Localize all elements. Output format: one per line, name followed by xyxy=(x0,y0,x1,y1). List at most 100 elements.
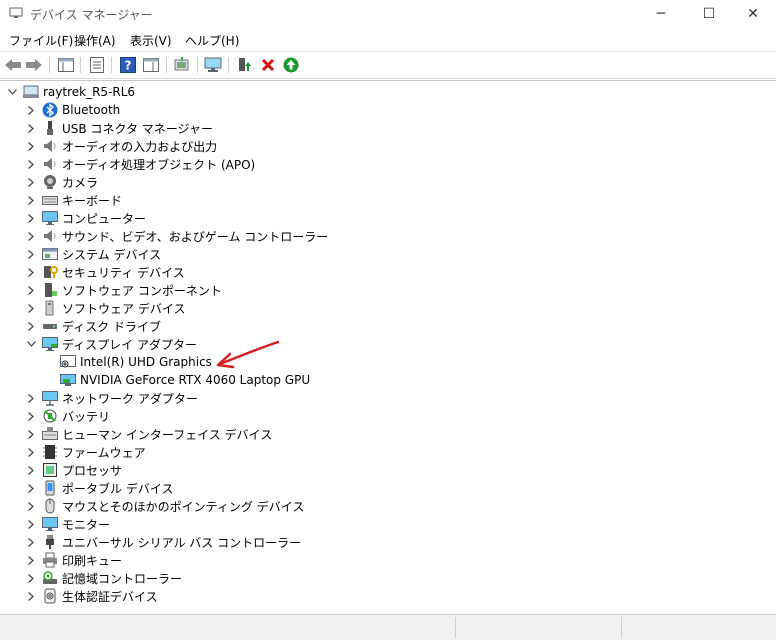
tree-item-label: 印刷キュー xyxy=(62,553,123,568)
tree-category-item[interactable]: ネットワーク アダプター xyxy=(24,389,198,407)
status-separator xyxy=(621,617,622,638)
chevron-right-icon[interactable] xyxy=(24,245,38,263)
chevron-right-icon[interactable] xyxy=(24,443,38,461)
root-label: raytrek_R5-RL6 xyxy=(43,85,136,99)
tree-category-item[interactable]: 印刷キュー xyxy=(24,551,122,569)
chevron-right-icon[interactable] xyxy=(24,569,38,587)
monitor-icon xyxy=(204,57,222,72)
tree-item-label: システム デバイス xyxy=(62,247,162,262)
scan-hardware-button[interactable] xyxy=(173,56,191,74)
chevron-right-icon[interactable] xyxy=(24,533,38,551)
tree-category-item[interactable]: システム デバイス xyxy=(24,245,161,263)
processor-icon xyxy=(42,462,58,478)
battery-icon xyxy=(42,408,58,424)
chevron-right-icon[interactable] xyxy=(24,587,38,605)
chevron-right-icon[interactable] xyxy=(24,155,38,173)
tree-category-item[interactable]: 生体認証デバイス xyxy=(24,587,158,605)
tree-category-item[interactable]: コンピューター xyxy=(24,209,146,227)
minimize-button[interactable]: ─ xyxy=(638,0,684,28)
tree-device-item[interactable]: NVIDIA GeForce RTX 4060 Laptop GPU xyxy=(42,371,310,389)
tree-category-item[interactable]: ヒューマン インターフェイス デバイス xyxy=(24,425,272,443)
tree-item-label: ディスプレイ アダプター xyxy=(62,337,197,352)
tree-category-item[interactable]: ソフトウェア デバイス xyxy=(24,299,185,317)
keyboard-icon xyxy=(42,192,58,208)
tree-device-item[interactable]: Intel(R) UHD Graphics xyxy=(42,353,212,371)
tree-category-item[interactable]: サウンド、ビデオ、およびゲーム コントローラー xyxy=(24,227,328,245)
tree-item-label: プロセッサ xyxy=(62,463,123,478)
usb-icon xyxy=(42,120,58,136)
chevron-right-icon[interactable] xyxy=(24,173,38,191)
bluetooth-icon xyxy=(42,102,58,118)
chevron-right-icon[interactable] xyxy=(24,281,38,299)
svg-text:?: ? xyxy=(125,59,132,73)
chevron-right-icon[interactable] xyxy=(24,551,38,569)
action-pane-button[interactable] xyxy=(142,56,160,74)
uninstall-device-button[interactable] xyxy=(259,56,277,74)
tree-category-item[interactable]: 記憶域コントローラー xyxy=(24,569,182,587)
chevron-right-icon[interactable] xyxy=(24,137,38,155)
tree-category-item[interactable]: プロセッサ xyxy=(24,461,122,479)
chevron-right-icon[interactable] xyxy=(24,299,38,317)
tree-category-item[interactable]: Bluetooth xyxy=(24,101,120,119)
menu-action[interactable]: 操作(A) xyxy=(74,32,116,49)
menu-view[interactable]: 表示(V) xyxy=(130,32,172,49)
chevron-right-icon[interactable] xyxy=(24,389,38,407)
remove-x-icon xyxy=(261,58,275,72)
chevron-down-icon[interactable] xyxy=(5,83,19,101)
help-button[interactable]: ? xyxy=(119,56,137,74)
menu-file[interactable]: ファイル(F) xyxy=(9,32,73,49)
tree-item-label: ユニバーサル シリアル バス コントローラー xyxy=(62,535,302,550)
forward-button[interactable] xyxy=(25,56,43,74)
tree-category-item[interactable]: ディスク ドライブ xyxy=(24,317,161,335)
tree-category-item[interactable]: ユニバーサル シリアル バス コントローラー xyxy=(24,533,301,551)
chevron-right-icon[interactable] xyxy=(24,119,38,137)
tree-category-item[interactable]: USB コネクタ マネージャー xyxy=(24,119,213,137)
display-device-button[interactable] xyxy=(204,56,222,74)
hid-icon xyxy=(42,426,58,442)
tree-category-item[interactable]: ソフトウェア コンポーネント xyxy=(24,281,222,299)
tree-item-label: サウンド、ビデオ、およびゲーム コントローラー xyxy=(62,229,329,244)
tree-category-item[interactable]: オーディオ処理オブジェクト (APO) xyxy=(24,155,255,173)
tree-root[interactable]: raytrek_R5-RL6 xyxy=(5,83,135,101)
chevron-right-icon[interactable] xyxy=(24,209,38,227)
chevron-right-icon[interactable] xyxy=(24,461,38,479)
chevron-right-icon[interactable] xyxy=(24,317,38,335)
tree-item-label: 記憶域コントローラー xyxy=(62,571,183,586)
close-button[interactable]: ✕ xyxy=(730,0,776,28)
tree-category-item[interactable]: セキュリティ デバイス xyxy=(24,263,185,281)
toolbar: ? xyxy=(0,51,776,79)
chevron-right-icon[interactable] xyxy=(24,407,38,425)
tree-item-label: カメラ xyxy=(62,175,99,190)
toolbar-separator xyxy=(49,57,50,73)
chevron-right-icon[interactable] xyxy=(24,425,38,443)
tree-category-item[interactable]: マウスとそのほかのポインティング デバイス xyxy=(24,497,304,515)
tree-category-item[interactable]: モニター xyxy=(24,515,110,533)
menu-help[interactable]: ヘルプ(H) xyxy=(185,32,239,49)
tree-category-item[interactable]: ファームウェア xyxy=(24,443,146,461)
gpu-disabled-icon xyxy=(60,354,76,370)
chevron-right-icon[interactable] xyxy=(24,515,38,533)
chevron-down-icon[interactable] xyxy=(24,335,38,353)
maximize-button[interactable]: ☐ xyxy=(686,0,732,28)
back-button[interactable] xyxy=(4,56,22,74)
enable-device-button[interactable] xyxy=(282,56,300,74)
tree-category-item[interactable]: ディスプレイ アダプター xyxy=(24,335,197,353)
portable-icon xyxy=(42,480,58,496)
tree-category-item[interactable]: キーボード xyxy=(24,191,122,209)
update-driver-button[interactable] xyxy=(235,56,253,74)
show-hide-tree-button[interactable] xyxy=(57,56,75,74)
tree-category-item[interactable]: オーディオの入力および出力 xyxy=(24,137,217,155)
tree-category-item[interactable]: バッテリ xyxy=(24,407,110,425)
tree-category-item[interactable]: カメラ xyxy=(24,173,98,191)
chevron-right-icon[interactable] xyxy=(24,263,38,281)
biometric-icon xyxy=(42,588,58,604)
chevron-right-icon[interactable] xyxy=(24,101,38,119)
properties-button[interactable] xyxy=(88,56,106,74)
chevron-right-icon[interactable] xyxy=(24,497,38,515)
chevron-right-icon[interactable] xyxy=(24,227,38,245)
action-pane-icon xyxy=(143,58,159,72)
tree-item-label: Bluetooth xyxy=(62,103,121,117)
tree-category-item[interactable]: ポータブル デバイス xyxy=(24,479,173,497)
chevron-right-icon[interactable] xyxy=(24,191,38,209)
chevron-right-icon[interactable] xyxy=(24,479,38,497)
